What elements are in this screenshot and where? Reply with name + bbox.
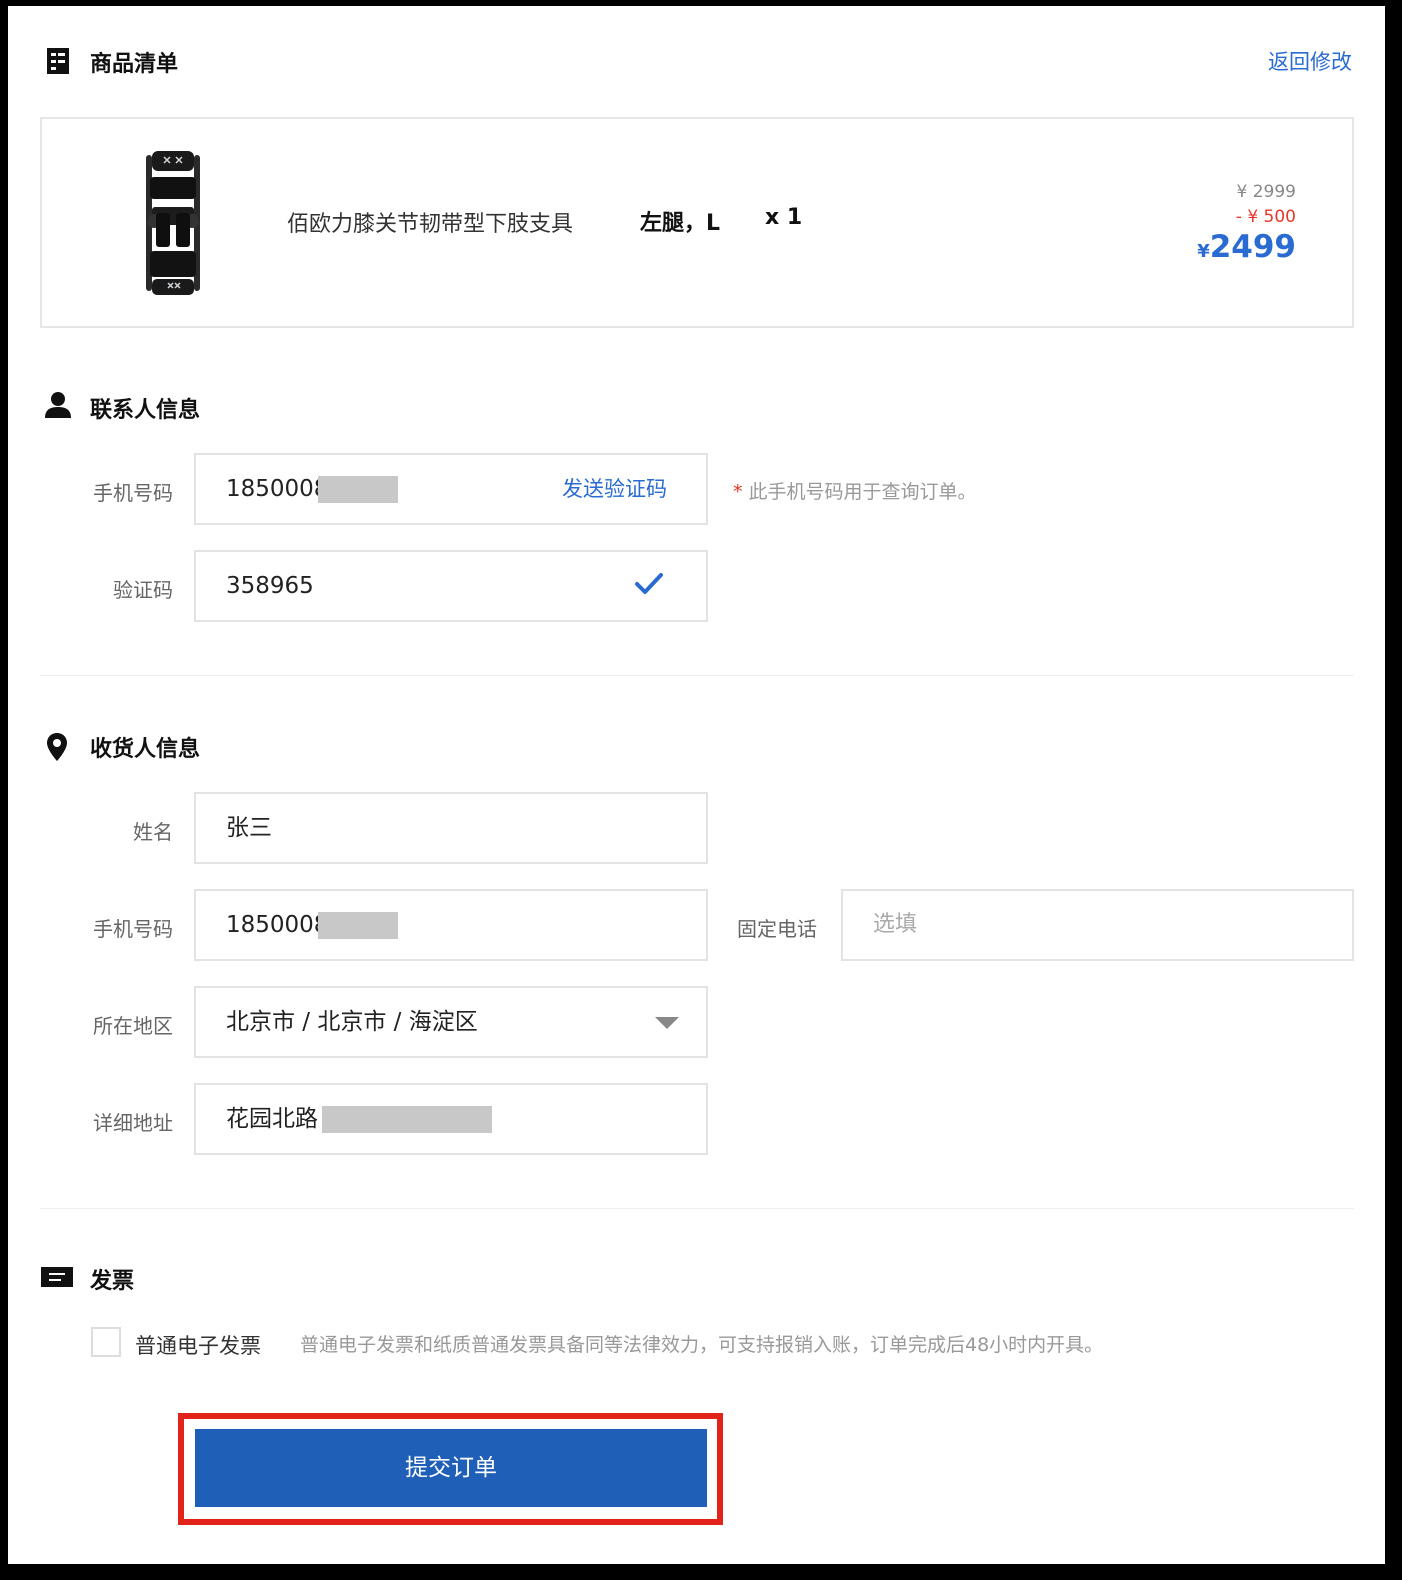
discount-amount: - ¥ 500: [1235, 207, 1296, 227]
redacted-mask: [318, 912, 398, 939]
landline-placeholder: 选填: [873, 912, 918, 937]
check-icon: [634, 572, 664, 596]
final-price: ¥2499: [1197, 229, 1296, 265]
phone-note: * 此手机号码用于查询订单。: [733, 477, 977, 504]
person-icon: [44, 392, 72, 418]
code-input[interactable]: 358965: [194, 550, 708, 622]
redacted-mask: [322, 1106, 492, 1133]
final-price-value: 2499: [1209, 229, 1296, 265]
name-label: 姓名: [133, 820, 173, 844]
phone-note-text: 此手机号码用于查询订单。: [748, 481, 977, 503]
product-quantity: x 1: [765, 205, 803, 230]
region-select[interactable]: 北京市 / 北京市 / 海淀区: [194, 986, 708, 1058]
back-to-edit-link[interactable]: 返回修改: [1268, 46, 1352, 76]
name-value: 张三: [226, 815, 272, 841]
product-section-title: 商品清单: [90, 52, 179, 77]
address-label: 详细地址: [93, 1111, 173, 1135]
original-price: ¥ 2999: [1236, 182, 1296, 202]
region-value: 北京市 / 北京市 / 海淀区: [226, 1009, 478, 1035]
caret-down-icon: [655, 1017, 679, 1029]
recipient-phone-label: 手机号码: [93, 917, 173, 941]
product-spec: 左腿，L: [640, 211, 721, 236]
invoice-checkbox[interactable]: [91, 1327, 121, 1357]
list-icon: [46, 47, 70, 75]
ticket-icon: [41, 1267, 73, 1287]
contact-phone-label: 手机号码: [93, 481, 173, 505]
product-card: 佰欧力膝关节韧带型下肢支具 左腿，L x 1 ¥ 2999 - ¥ 500 ¥2…: [40, 117, 1354, 328]
region-label: 所在地区: [93, 1014, 173, 1038]
submit-order-button[interactable]: 提交订单: [195, 1429, 707, 1507]
product-image: [142, 147, 204, 303]
section-divider: [40, 675, 1354, 676]
code-label: 验证码: [113, 578, 173, 602]
required-star: *: [733, 481, 743, 503]
checkout-page: 商品清单 返回修改 佰欧力膝关节韧带型下肢支具 左腿，L x 1 ¥ 2999 …: [8, 6, 1385, 1564]
recipient-phone-input[interactable]: 1850008: [194, 889, 708, 961]
recipient-phone-value: 1850008: [226, 912, 329, 938]
address-value: 花园北路: [226, 1106, 318, 1132]
contact-phone-input[interactable]: 1850008 发送验证码: [194, 453, 708, 525]
contact-section-title: 联系人信息: [90, 398, 201, 423]
code-value: 358965: [226, 573, 314, 599]
invoice-option-label[interactable]: 普通电子发票: [135, 1330, 261, 1360]
invoice-description: 普通电子发票和纸质普通发票具备同等法律效力，可支持报销入账，订单完成后48小时内…: [300, 1334, 1104, 1356]
landline-label: 固定电话: [737, 917, 817, 941]
landline-input[interactable]: 选填: [841, 889, 1354, 961]
redacted-mask: [318, 476, 398, 503]
invoice-section-title: 发票: [90, 1269, 135, 1294]
send-code-button[interactable]: 发送验证码: [562, 455, 667, 523]
currency-symbol: ¥: [1197, 241, 1210, 262]
location-pin-icon: [46, 732, 68, 762]
name-input[interactable]: 张三: [194, 792, 708, 864]
recipient-section-title: 收货人信息: [90, 737, 201, 762]
section-divider: [40, 1208, 1354, 1209]
contact-phone-value: 1850008: [226, 476, 329, 502]
product-name: 佰欧力膝关节韧带型下肢支具: [287, 212, 574, 237]
address-input[interactable]: 花园北路: [194, 1083, 708, 1155]
